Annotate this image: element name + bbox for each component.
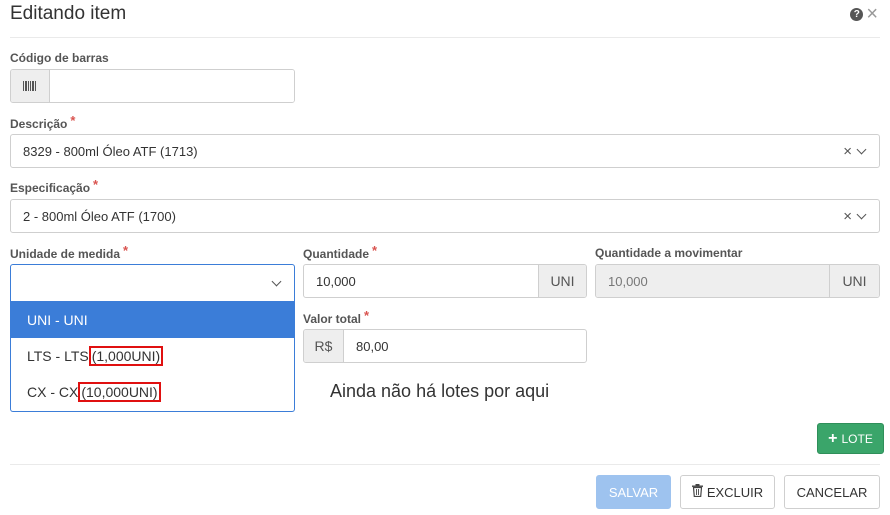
help-icon[interactable]: ?	[850, 7, 864, 21]
barcode-field	[10, 69, 295, 103]
currency-addon: R$	[304, 330, 344, 362]
chevron-down-icon[interactable]	[856, 144, 867, 154]
barcode-input[interactable]	[50, 70, 294, 102]
total-label: Valor total *	[303, 308, 370, 326]
unit-option-conversion: (10,000UNI)	[78, 382, 161, 402]
total-input[interactable]: 80,00	[344, 330, 586, 362]
unit-option-conversion: (1,000UNI)	[88, 346, 164, 366]
unit-dropdown: UNI - UNI LTS - LTS (1,000UNI) CX - CX (10…	[10, 302, 295, 412]
barcode-icon	[11, 70, 50, 102]
delete-button[interactable]: EXCLUIR	[680, 475, 775, 509]
trash-icon	[691, 484, 703, 500]
header-icons: ? ×	[850, 4, 878, 24]
cancel-button[interactable]: CANCELAR	[784, 475, 880, 509]
quantity-move-input: 10,000	[596, 265, 829, 297]
close-icon[interactable]: ×	[866, 4, 878, 24]
unit-select[interactable]	[10, 264, 295, 302]
unit-option-lts[interactable]: LTS - LTS (1,000UNI)	[11, 338, 294, 374]
total-field: R$ 80,00	[303, 329, 587, 363]
specification-value: 2 - 800ml Óleo ATF (1700)	[23, 208, 176, 224]
quantity-move-field: 10,000 UNI	[595, 264, 880, 298]
unit-label: Unidade de medida *	[10, 243, 129, 261]
chevron-down-icon[interactable]	[856, 209, 867, 219]
quantity-unit: UNI	[538, 265, 586, 297]
lots-empty-message: Ainda não há lotes por aqui	[330, 381, 550, 401]
chevron-down-icon[interactable]	[271, 276, 282, 286]
quantity-input[interactable]: 10,000	[304, 265, 538, 297]
barcode-label: Código de barras	[10, 51, 109, 65]
quantity-move-unit: UNI	[829, 265, 879, 297]
save-button[interactable]: SALVAR	[596, 475, 671, 509]
footer-divider	[10, 464, 880, 465]
plus-icon: +	[828, 429, 838, 447]
add-lot-button[interactable]: + LOTE	[817, 423, 884, 454]
specification-select[interactable]: 2 - 800ml Óleo ATF (1700) ×	[10, 199, 880, 233]
specification-clear-icon[interactable]: ×	[843, 208, 852, 225]
specification-label: Especificação *	[10, 177, 99, 195]
description-select[interactable]: 8329 - 800ml Óleo ATF (1713) ×	[10, 134, 880, 168]
description-clear-icon[interactable]: ×	[843, 143, 852, 160]
description-value: 8329 - 800ml Óleo ATF (1713)	[23, 143, 198, 159]
quantity-label: Quantidade *	[303, 243, 378, 261]
description-label: Descrição *	[10, 113, 76, 131]
quantity-move-label: Quantidade a movimentar	[595, 246, 743, 260]
unit-option-cx[interactable]: CX - CX (10,000UNI)	[11, 374, 294, 410]
modal-title: Editando item	[10, 3, 127, 24]
header-divider	[10, 37, 880, 38]
quantity-field: 10,000 UNI	[303, 264, 587, 298]
unit-option-uni[interactable]: UNI - UNI	[11, 302, 294, 338]
